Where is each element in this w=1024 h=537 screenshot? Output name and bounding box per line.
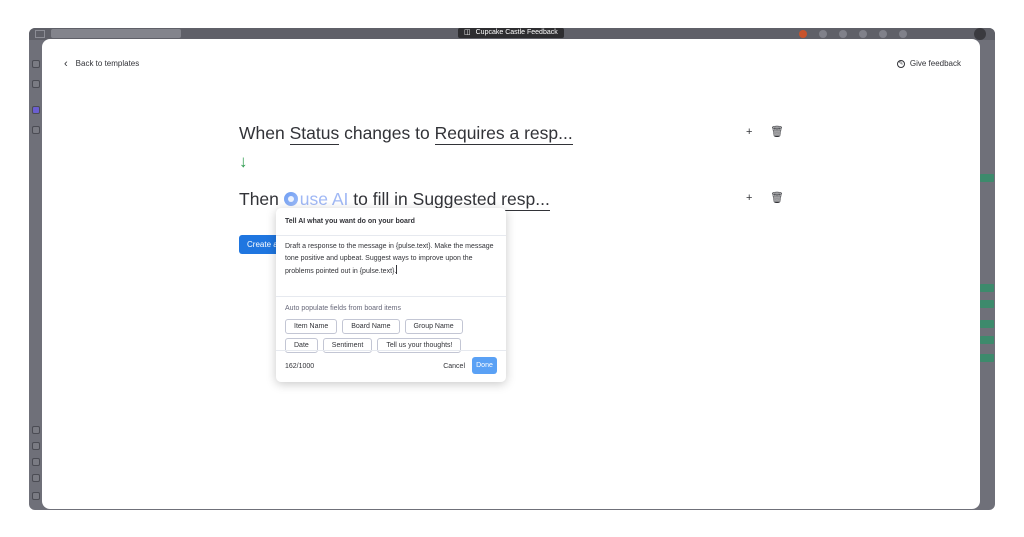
done-button[interactable]: Done — [472, 357, 497, 374]
avatar — [974, 28, 986, 40]
status-chip — [980, 354, 994, 362]
auto-populate-hint: Auto populate fields from board items — [285, 305, 401, 312]
changes-to-text: changes to — [344, 123, 430, 143]
search-rail-icon — [32, 126, 40, 134]
prompt-text: Draft a response to the message in {puls… — [285, 243, 494, 275]
board-icon — [32, 442, 40, 450]
automation-template-modal: ‹ Back to templates ✎ Give feedback When… — [42, 39, 980, 509]
brand-logo — [51, 29, 181, 38]
window-title-text: Cupcake Castle Feedback — [475, 29, 558, 36]
status-chip — [980, 320, 994, 328]
chip-item-name[interactable]: Item Name — [285, 319, 338, 334]
trigger-field-token[interactable]: Status — [289, 123, 340, 145]
board-icon — [32, 492, 40, 500]
delete-trigger-icon[interactable]: 🗑 — [770, 125, 784, 138]
back-label: Back to templates — [75, 59, 140, 68]
delete-action-icon[interactable]: 🗑 — [770, 191, 784, 204]
status-chip — [980, 300, 994, 308]
when-text: When — [239, 123, 285, 143]
status-chip — [980, 174, 994, 182]
chevron-left-icon: ‹ — [64, 57, 68, 70]
status-chip — [980, 336, 994, 344]
ai-prompt-popover: Tell AI what you want do on your board D… — [276, 208, 506, 382]
trigger-value-token[interactable]: Requires a resp... — [434, 123, 573, 145]
text-cursor — [396, 265, 398, 274]
give-feedback-button[interactable]: ✎ Give feedback — [896, 59, 961, 68]
add-condition-button[interactable]: + — [746, 126, 752, 138]
ai-sparkle-icon — [283, 192, 298, 206]
fill-in-text: to fill in — [353, 189, 408, 209]
board-icon — [32, 426, 40, 434]
create-automation-button[interactable]: Create a — [239, 235, 281, 254]
apps-grid-icon — [35, 30, 45, 38]
inbox-icon — [819, 30, 827, 38]
notification-icon — [799, 30, 807, 38]
then-text: Then — [239, 189, 279, 209]
trigger-sentence: When Status changes to Requires a resp..… — [239, 123, 573, 145]
use-ai-token[interactable]: use AI — [299, 189, 349, 210]
character-counter: 162/1000 — [285, 363, 315, 370]
popover-title: Tell AI what you want do on your board — [276, 208, 506, 236]
feedback-icon: ✎ — [896, 59, 905, 68]
window-title: ◫ Cupcake Castle Feedback — [458, 28, 564, 38]
arrow-down-icon: ↓ — [239, 152, 248, 171]
board-icon — [32, 458, 40, 466]
popover-footer: 162/1000 Cancel Done — [276, 350, 506, 382]
invite-icon — [839, 30, 847, 38]
action-sentence: Then use AI to fill in Suggested resp... — [239, 189, 550, 211]
chip-group-name[interactable]: Group Name — [404, 319, 463, 334]
add-action-button[interactable]: + — [746, 192, 752, 204]
workspace-icon — [32, 106, 40, 114]
chip-board-name[interactable]: Board Name — [342, 319, 400, 334]
board-icon — [32, 474, 40, 482]
apps-icon — [859, 30, 867, 38]
sidebar-toggle-icon: ◫ — [464, 29, 471, 36]
search-icon — [879, 30, 887, 38]
field-chips-row-1: Item Name Board Name Group Name — [276, 315, 506, 334]
ai-prompt-textarea[interactable]: Draft a response to the message in {puls… — [276, 236, 506, 297]
home-icon — [32, 60, 40, 68]
status-chip — [980, 284, 994, 292]
help-icon — [899, 30, 907, 38]
back-to-templates-link[interactable]: ‹ Back to templates — [64, 57, 140, 70]
cancel-button[interactable]: Cancel — [443, 363, 465, 370]
my-work-icon — [32, 80, 40, 88]
feedback-label: Give feedback — [909, 59, 961, 68]
